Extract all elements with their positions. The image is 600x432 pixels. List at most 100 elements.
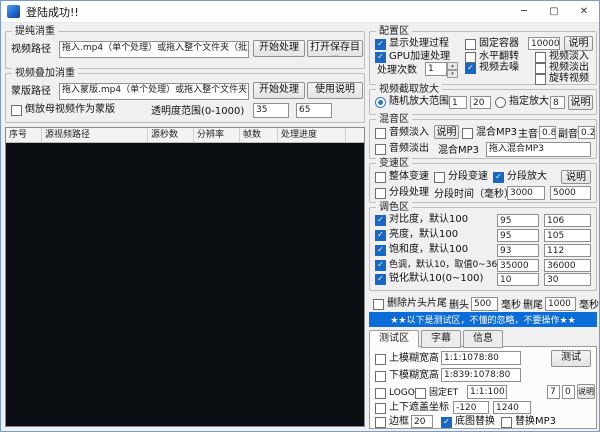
saturation-max-input[interactable]: 112 xyxy=(544,244,591,257)
col-resolution[interactable]: 分辨率 xyxy=(194,128,240,142)
brightness-checkbox[interactable]: 亮度，默认100 xyxy=(375,229,458,241)
main-volume-input[interactable]: 0.8 xyxy=(539,126,556,139)
opacity-max-input[interactable]: 65 xyxy=(296,103,332,118)
mask-path-input[interactable]: 拖入蒙版.mp4（单个处理）或拖入整个文件夹（批量处理） xyxy=(59,83,249,100)
border-width-input[interactable]: 20 xyxy=(411,415,433,428)
tab-subtitles[interactable]: 字幕 xyxy=(421,330,461,348)
segment-time-max-input[interactable]: 5000 xyxy=(550,186,591,200)
col-seconds[interactable]: 源秒数 xyxy=(148,128,194,142)
overlay-manual-button[interactable]: 使用说明 xyxy=(307,82,363,99)
tab-info[interactable]: 信息 xyxy=(463,330,503,348)
border-checkbox[interactable]: 边框 xyxy=(375,416,409,428)
fixed-zoom-input[interactable]: 8 xyxy=(550,96,565,109)
denoise-checkbox[interactable]: 视频去噪 xyxy=(465,62,519,74)
col-progress[interactable]: 处理进度 xyxy=(278,128,346,142)
bitrate-input[interactable]: 10000k xyxy=(528,37,560,50)
saturation-min-input[interactable]: 93 xyxy=(497,244,539,257)
trim-head-input[interactable]: 500 xyxy=(471,297,498,311)
col-index[interactable]: 序号 xyxy=(6,128,42,142)
mix-mp3-checkbox[interactable]: 混合MP3 xyxy=(462,127,517,139)
video-path-label: 视频路径 xyxy=(11,44,51,55)
saturation-checkbox[interactable]: 饱和度，默认100 xyxy=(375,244,468,256)
checkbox-box-icon xyxy=(375,143,386,155)
segment-process-checkbox[interactable]: 分段处理 xyxy=(375,187,429,199)
sharpen-checkbox[interactable]: 锐化默认10(0~100) xyxy=(375,273,483,285)
contrast-max-input[interactable]: 106 xyxy=(544,214,591,227)
spinner-up-icon[interactable]: ▴ xyxy=(447,62,458,70)
cover-top-input[interactable]: -120 xyxy=(453,401,489,414)
logo-checkbox[interactable]: LOGO xyxy=(375,387,415,399)
open-save-dir-button[interactable]: 打开保存目录 xyxy=(307,40,363,57)
hue-checkbox[interactable]: 色调，默认10，取值0~36000 xyxy=(375,259,514,271)
bottom-blur-checkbox[interactable]: 下模糊宽高 xyxy=(375,370,439,382)
brightness-min-input[interactable]: 95 xyxy=(497,229,539,242)
spinner-down-icon[interactable]: ▾ xyxy=(447,70,458,78)
video-path-input[interactable]: 拖入.mp4（单个处理）或拖入整个文件夹（批量处理） xyxy=(59,41,249,58)
speed-help-button[interactable]: 说明 xyxy=(561,170,591,184)
fixed-zoom-radio[interactable]: 指定放大 xyxy=(495,96,549,108)
process-times-input[interactable]: 1 xyxy=(425,62,447,76)
segment-time-label: 分段时间（毫秒） xyxy=(434,189,514,200)
contrast-checkbox[interactable]: 对比度，默认100 xyxy=(375,214,468,226)
col-source-path[interactable]: 源视频路径 xyxy=(42,128,148,142)
app-window: 登陆成功!! ─ ▢ ✕ 提纯消重 视频路径 拖入.mp4（单个处理）或拖入整个… xyxy=(0,0,600,432)
bottom-blur-input[interactable]: 1:839:1078:80 xyxy=(441,368,521,382)
trim-checkbox[interactable]: 删除片头片尾 xyxy=(373,298,447,310)
segment-time-min-input[interactable]: 3000 xyxy=(507,186,545,200)
whole-speed-checkbox[interactable]: 整体变速 xyxy=(375,171,429,183)
capture-seconds-input-1[interactable]: 7 xyxy=(547,385,560,399)
reverse-mask-checkbox[interactable]: 倒放母视频作为蒙版 xyxy=(11,104,115,116)
segment-zoom-checkbox[interactable]: 分段放大 xyxy=(493,171,547,183)
opacity-min-input[interactable]: 35 xyxy=(253,103,289,118)
fixed-container-checkbox[interactable]: 固定容器 xyxy=(465,38,519,50)
random-zoom-max-input[interactable]: 20 xyxy=(470,96,491,109)
video-list-table: 序号 源视频路径 源秒数 分辨率 帧数 处理进度 xyxy=(5,127,365,427)
checkbox-box-icon xyxy=(441,416,452,428)
hue-max-input[interactable]: 36000 xyxy=(544,259,591,272)
random-zoom-min-input[interactable]: 1 xyxy=(449,96,467,109)
capture-seconds-input-2[interactable]: 0 xyxy=(562,385,575,399)
test-help-button[interactable]: 说明 xyxy=(577,384,595,399)
config-help-button[interactable]: 说明 xyxy=(564,36,593,51)
mix-mp3-label: 混合MP3 xyxy=(476,127,518,138)
col-frames[interactable]: 帧数 xyxy=(240,128,278,142)
audio-fade-in-checkbox[interactable]: 音频淡入 xyxy=(375,127,429,139)
trim-tail-input[interactable]: 1000 xyxy=(545,297,576,311)
bottom-blur-label: 下模糊宽高 xyxy=(389,370,439,381)
tab-test-area[interactable]: 测试区 xyxy=(369,330,419,348)
sharpen-max-input[interactable]: 30 xyxy=(544,273,591,286)
rotate-video-checkbox[interactable]: 旋转视频 xyxy=(535,73,589,85)
mp3-replace-checkbox[interactable]: 替换MP3 xyxy=(501,416,556,428)
mix-mp3-path-input[interactable]: 拖入混合MP3 xyxy=(486,142,591,157)
minimize-icon[interactable]: ─ xyxy=(509,1,539,22)
checkbox-box-icon xyxy=(501,416,512,428)
test-button[interactable]: 测试 xyxy=(551,350,591,367)
bg-replace-checkbox[interactable]: 底图替换 xyxy=(441,416,495,428)
brightness-max-input[interactable]: 105 xyxy=(544,229,591,242)
audio-fade-out-checkbox[interactable]: 音频淡出 xyxy=(375,143,429,155)
table-body[interactable] xyxy=(6,143,364,426)
cover-coords-checkbox[interactable]: 上下遮盖坐标 xyxy=(375,402,449,414)
fixed-et-input[interactable]: 1:1:100:100 xyxy=(467,385,507,399)
maximize-icon[interactable]: ▢ xyxy=(539,1,569,22)
purify-start-button[interactable]: 开始处理 xyxy=(253,40,305,57)
titlebar[interactable]: 登陆成功!! ─ ▢ ✕ xyxy=(1,1,599,23)
times-spinner[interactable]: ▴ ▾ xyxy=(447,62,458,78)
random-zoom-radio[interactable]: 随机放大范围 xyxy=(375,96,449,108)
mp3-replace-label: 替换MP3 xyxy=(515,416,557,427)
sharpen-min-input[interactable]: 10 xyxy=(497,273,539,286)
sub-volume-input[interactable]: 0.2 xyxy=(578,126,595,139)
contrast-min-input[interactable]: 95 xyxy=(497,214,539,227)
overlay-start-button[interactable]: 开始处理 xyxy=(253,82,305,99)
top-blur-checkbox[interactable]: 上模糊宽高 xyxy=(375,353,439,365)
top-blur-input[interactable]: 1:1:1078:80 xyxy=(441,351,521,365)
close-icon[interactable]: ✕ xyxy=(569,1,599,22)
segment-speed-checkbox[interactable]: 分段变速 xyxy=(434,171,488,183)
crop-help-button[interactable]: 说明 xyxy=(568,95,593,110)
fixed-et-checkbox[interactable]: 固定ET xyxy=(415,387,458,399)
fixed-zoom-label: 指定放大 xyxy=(509,96,549,107)
mix-help-button[interactable]: 说明 xyxy=(434,125,459,139)
cover-bottom-input[interactable]: 1240 xyxy=(493,401,531,414)
show-process-checkbox[interactable]: 显示处理过程 xyxy=(375,38,449,50)
hue-min-input[interactable]: 35000 xyxy=(497,259,539,272)
